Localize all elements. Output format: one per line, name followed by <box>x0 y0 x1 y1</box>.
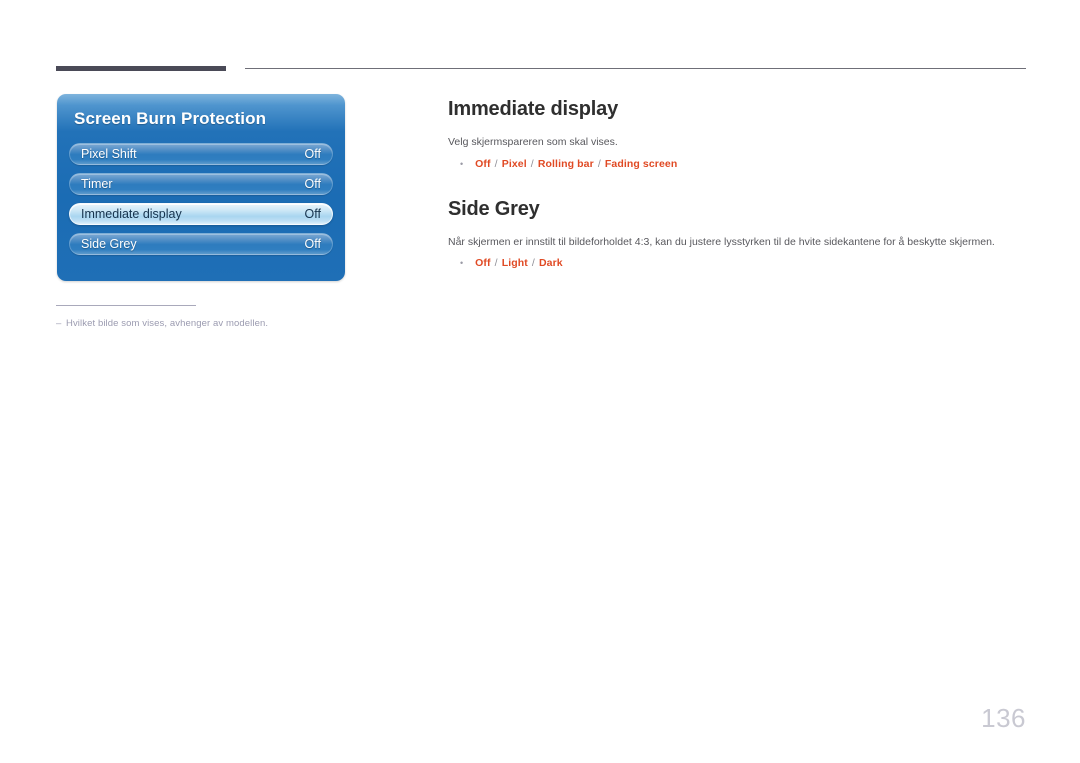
option-value: Off <box>475 157 491 170</box>
header-accent-bar <box>56 66 226 71</box>
osd-item-label: Pixel Shift <box>81 147 137 161</box>
section-heading: Immediate display <box>448 98 618 120</box>
osd-menu-item-side-grey[interactable]: Side Grey Off <box>69 233 333 255</box>
footnote: – Hvilket bilde som vises, avhenger av mo… <box>56 318 476 329</box>
osd-panel-title: Screen Burn Protection <box>74 109 267 128</box>
bullet-marker-icon: • <box>460 158 464 169</box>
option-value: Dark <box>538 257 563 270</box>
option-separator: / <box>494 157 498 170</box>
option-values: Off / Light / Dark <box>475 256 563 270</box>
osd-menu-item-pixel-shift[interactable]: Pixel Shift Off <box>69 143 333 165</box>
option-separator: / <box>494 257 498 270</box>
osd-item-label: Timer <box>81 177 113 191</box>
doc-section: Immediate display Velg skjermspareren som… <box>448 98 1026 171</box>
osd-menu-list: Pixel Shift Off Timer Off Immediate display O… <box>69 143 333 263</box>
bullet-marker-icon: • <box>460 258 464 269</box>
option-value: Fading screen <box>604 157 678 170</box>
option-separator: / <box>530 157 534 170</box>
osd-item-value: Off <box>304 207 321 221</box>
footnote-text: Hvilket bilde som vises, avhenger av mod… <box>66 318 269 329</box>
page-number: 136 <box>981 703 1026 733</box>
osd-menu-panel: Screen Burn Protection Pixel Shift Off Tim… <box>57 94 345 281</box>
header-divider-line <box>245 68 1026 69</box>
option-bullet-row: • Off / Pixel / Rolling bar / Fading scre… <box>460 157 1026 171</box>
option-value: Pixel <box>501 157 527 170</box>
osd-menu-item-immediate-display[interactable]: Immediate display Off <box>69 203 333 225</box>
content-column: Immediate display Velg skjermspareren som… <box>448 98 1026 270</box>
osd-item-value: Off <box>304 237 321 251</box>
section-description: Når skjermen er innstilt til bildeforhol… <box>448 235 995 248</box>
footnote-dash: – <box>56 318 62 329</box>
option-separator: / <box>531 257 535 270</box>
option-values: Off / Pixel / Rolling bar / Fading scree… <box>475 157 677 171</box>
footnote-divider <box>56 305 196 306</box>
doc-section: Side Grey Når skjermen er innstilt til bi… <box>448 198 1026 271</box>
osd-item-label: Side Grey <box>81 237 137 251</box>
osd-item-label: Immediate display <box>81 207 182 221</box>
osd-item-value: Off <box>304 177 321 191</box>
osd-menu-item-timer[interactable]: Timer Off <box>69 173 333 195</box>
option-value: Rolling bar <box>537 157 594 170</box>
option-separator: / <box>597 157 601 170</box>
option-value: Off <box>475 257 491 270</box>
option-bullet-row: • Off / Light / Dark <box>460 256 1026 270</box>
option-value: Light <box>501 257 528 270</box>
section-description: Velg skjermspareren som skal vises. <box>448 136 618 148</box>
osd-item-value: Off <box>304 147 321 161</box>
section-heading: Side Grey <box>448 197 540 220</box>
